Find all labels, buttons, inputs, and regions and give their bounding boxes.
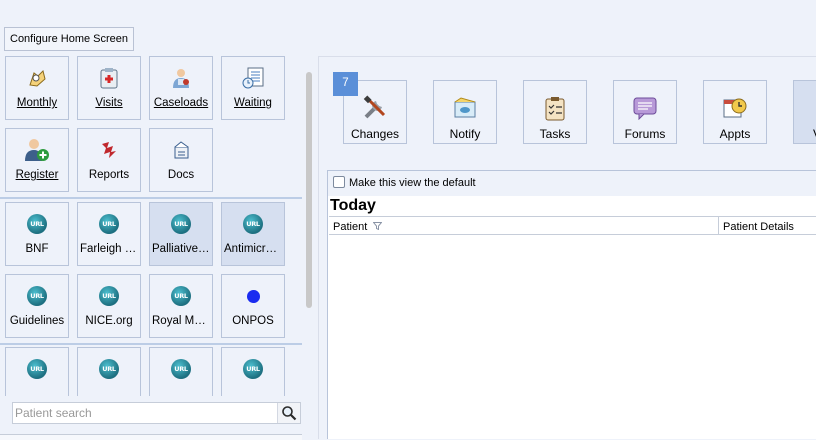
register-icon — [6, 137, 68, 163]
filter-icon[interactable] — [373, 222, 382, 230]
notify-icon — [434, 95, 496, 121]
tile-label: NICE.org — [85, 315, 133, 327]
tile-label: Changes — [350, 127, 400, 141]
tile-url-royal-marsden[interactable]: URL Royal Marsden — [149, 274, 213, 338]
visits-icon — [78, 65, 140, 91]
today-view-panel: Make this view the default Today Patient… — [327, 170, 816, 439]
top-toolbar: Configure Home Screen — [0, 0, 816, 57]
blue-dot-icon — [222, 283, 284, 309]
tile-label: Caseloads — [153, 97, 209, 109]
tile-url-extra[interactable]: URL — [149, 347, 213, 396]
tile-url-bnf[interactable]: URL BNF — [5, 202, 69, 266]
column-header-patient-details[interactable]: Patient Details — [723, 221, 794, 233]
grid-header: Patient Patient Details — [329, 216, 816, 235]
bottom-panel-edge — [0, 434, 302, 440]
tile-label: Visits — [95, 97, 123, 109]
url-globe-icon: URL — [6, 211, 68, 237]
tile-url-guidelines[interactable]: URL Guidelines — [5, 274, 69, 338]
patient-search-box — [12, 402, 301, 424]
default-view-checkbox[interactable] — [333, 176, 345, 188]
tile-label: Tasks — [539, 127, 571, 141]
section-title: Today — [330, 197, 376, 214]
url-globe-icon: URL — [222, 211, 284, 237]
tile-url-nice[interactable]: URL NICE.org — [77, 274, 141, 338]
url-globe-icon: URL — [150, 283, 212, 309]
tile-url-extra[interactable]: URL — [77, 347, 141, 396]
tile-label: Royal Marsden — [152, 315, 210, 327]
tile-label: Guidelines — [9, 315, 65, 327]
tile-label: Forums — [624, 127, 666, 141]
tile-visits[interactable]: Visits — [77, 56, 141, 120]
column-separator[interactable] — [718, 217, 719, 234]
default-view-checkbox-label: Make this view the default — [349, 177, 476, 189]
monthly-icon — [6, 65, 68, 91]
url-globe-icon: URL — [78, 356, 140, 382]
patient-search-input[interactable] — [13, 403, 281, 423]
forums-icon — [614, 95, 676, 121]
tile-label: Reports — [88, 169, 130, 181]
tile-url-farleigh[interactable]: URL Farleigh Hospice — [77, 202, 141, 266]
changes-icon — [344, 95, 406, 121]
changes-count-badge: 7 — [333, 72, 358, 96]
tasks-icon — [524, 95, 586, 121]
tile-reports[interactable]: Reports — [77, 128, 141, 192]
tile-view[interactable]: V — [793, 80, 816, 144]
tile-label: Docs — [167, 169, 195, 181]
tile-url-palliative[interactable]: URL Palliative Care — [149, 202, 213, 266]
tile-waiting[interactable]: Waiting — [221, 56, 285, 120]
tile-label: Palliative Care — [152, 243, 210, 255]
tile-notify[interactable]: Notify — [433, 80, 497, 144]
tile-tasks[interactable]: Tasks — [523, 80, 587, 144]
tile-url-extra[interactable]: URL — [221, 347, 285, 396]
tile-label: Antimicrobial — [224, 243, 282, 255]
tile-label: ONPOS — [232, 315, 274, 327]
pane-divider[interactable] — [318, 56, 319, 439]
section-divider — [0, 197, 302, 199]
url-globe-icon: URL — [150, 211, 212, 237]
tile-label: Farleigh Hospice — [80, 243, 138, 255]
url-globe-icon: URL — [6, 356, 68, 382]
url-globe-icon: URL — [6, 283, 68, 309]
tile-url-extra[interactable]: URL — [5, 347, 69, 396]
tile-label: Register — [15, 169, 59, 181]
url-globe-icon: URL — [222, 356, 284, 382]
left-tile-pane: Monthly Visits Caseloads Waiting Registe… — [0, 56, 318, 396]
column-header-patient[interactable]: Patient — [333, 221, 367, 233]
appts-icon — [704, 95, 766, 121]
tile-url-onpos[interactable]: ONPOS — [221, 274, 285, 338]
tile-docs[interactable]: Docs — [149, 128, 213, 192]
tile-forums[interactable]: Forums — [613, 80, 677, 144]
section-divider — [0, 343, 302, 345]
tile-label: Appts — [719, 127, 751, 141]
search-button[interactable] — [277, 403, 300, 423]
tile-label: Waiting — [234, 97, 272, 109]
caseloads-icon — [150, 65, 212, 91]
docs-icon — [150, 137, 212, 163]
waiting-icon — [222, 65, 284, 91]
tile-register[interactable]: Register — [5, 128, 69, 192]
reports-icon — [78, 137, 140, 163]
tile-appts[interactable]: Appts — [703, 80, 767, 144]
tile-url-antimicrobial[interactable]: URL Antimicrobial — [221, 202, 285, 266]
search-icon — [282, 406, 297, 421]
tile-monthly[interactable]: Monthly — [5, 56, 69, 120]
url-globe-icon: URL — [150, 356, 212, 382]
tile-label: Monthly — [16, 97, 58, 109]
tile-caseloads[interactable]: Caseloads — [149, 56, 213, 120]
tile-label: Notify — [449, 127, 481, 141]
tile-label: BNF — [25, 243, 49, 255]
url-globe-icon: URL — [78, 211, 140, 237]
left-pane-scrollbar[interactable] — [306, 72, 312, 308]
url-globe-icon: URL — [78, 283, 140, 309]
configure-home-screen-button[interactable]: Configure Home Screen — [4, 27, 135, 51]
